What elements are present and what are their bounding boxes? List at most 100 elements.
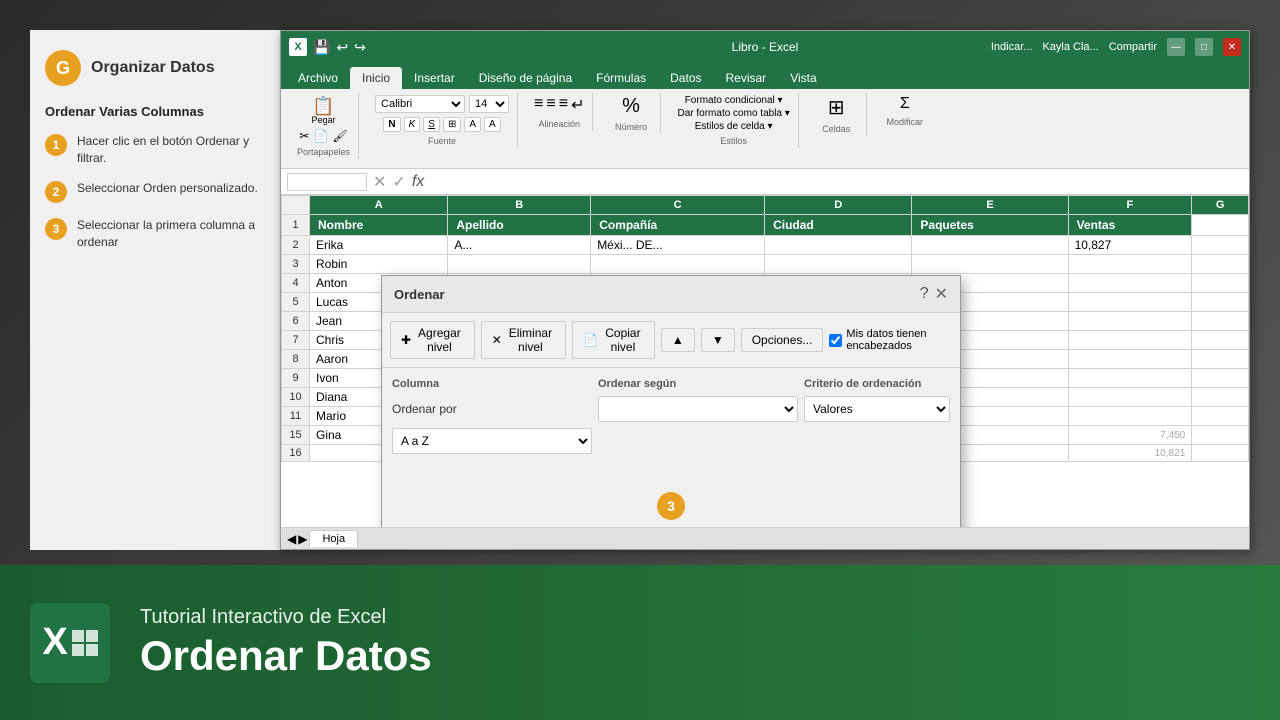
formula-bar: ✕ ✓ fx xyxy=(281,169,1249,195)
options-button[interactable]: Opciones... xyxy=(741,328,824,352)
align-center-icon[interactable]: ≡ xyxy=(546,95,555,115)
delete-level-button[interactable]: ✕ Eliminar nivel xyxy=(481,321,566,359)
title-bar-right: Indicar... Kayla Cla... Compartir — □ ✕ xyxy=(991,38,1241,56)
tab-revisar[interactable]: Revisar xyxy=(714,67,779,89)
bold-button[interactable]: N xyxy=(383,117,400,132)
tab-insertar[interactable]: Insertar xyxy=(402,67,467,89)
move-down-button[interactable]: ▼ xyxy=(701,328,735,352)
format-painter-icon[interactable]: 🖌 xyxy=(332,129,347,143)
cell-c2[interactable]: Méxi... DE... xyxy=(591,236,765,255)
prev-sheet-icon[interactable]: ◀ xyxy=(287,532,296,546)
sort-by-column-select[interactable]: NombreApellidoCompañía CiudadPaquetesVen… xyxy=(598,396,798,422)
tab-formulas[interactable]: Fórmulas xyxy=(584,67,658,89)
cell-g2[interactable] xyxy=(1192,236,1249,255)
name-box[interactable] xyxy=(287,173,367,191)
underline-button[interactable]: S xyxy=(423,117,440,132)
maximize-button[interactable]: □ xyxy=(1195,38,1213,56)
pegar-button[interactable]: 📋Pegar xyxy=(310,95,338,127)
col-b-header[interactable]: B xyxy=(448,196,591,215)
add-level-button[interactable]: ✚ Agregar nivel xyxy=(390,321,475,359)
italic-button[interactable]: K xyxy=(404,117,421,132)
col-a-header[interactable]: A xyxy=(310,196,448,215)
undo-icon[interactable]: ↩ xyxy=(336,39,348,56)
cell-d1[interactable]: Ciudad xyxy=(765,215,912,236)
criteria-header-label: Criterio de ordenación xyxy=(804,378,950,390)
col-c-header[interactable]: C xyxy=(591,196,765,215)
share-button[interactable]: Compartir xyxy=(1109,41,1157,53)
cell-a3[interactable]: Robin xyxy=(310,255,448,274)
add-icon: ✚ xyxy=(401,333,411,347)
tab-vista[interactable]: Vista xyxy=(778,67,828,89)
font-family-select[interactable]: Calibri xyxy=(375,95,465,113)
headers-checkbox[interactable] xyxy=(829,334,842,347)
wrap-text-icon[interactable]: ↵ xyxy=(571,95,584,115)
cell-a2[interactable]: Erika xyxy=(310,236,448,255)
cell-e2[interactable] xyxy=(912,236,1068,255)
cell-c1[interactable]: Compañía xyxy=(591,215,765,236)
cell-g3[interactable] xyxy=(1192,255,1249,274)
dialog-title: Ordenar xyxy=(394,287,445,302)
sort-by-label: Ordenar por xyxy=(392,402,592,416)
cell-e1[interactable]: Paquetes xyxy=(912,215,1068,236)
cell-g1[interactable] xyxy=(1192,215,1249,236)
bottom-subtitle: Tutorial Interactivo de Excel xyxy=(140,606,432,629)
cell-c3[interactable] xyxy=(591,255,765,274)
align-right-icon[interactable]: ≡ xyxy=(559,95,568,115)
dialog-body: Columna Ordenar según Criterio de ordena… xyxy=(382,368,960,527)
cell-b2[interactable]: A... xyxy=(448,236,591,255)
cell-b1[interactable]: Apellido xyxy=(448,215,591,236)
fill-color-button[interactable]: A xyxy=(464,117,481,132)
dialog-help-icon[interactable]: ? xyxy=(920,285,929,303)
window-title: Libro - Excel xyxy=(732,40,799,54)
cell-f1[interactable]: Ventas xyxy=(1068,215,1192,236)
step-3-badge: 3 xyxy=(657,492,685,520)
search-button[interactable]: Indicar... xyxy=(991,41,1033,53)
close-button[interactable]: ✕ xyxy=(1223,38,1241,56)
tab-archivo[interactable]: Archivo xyxy=(286,67,350,89)
border-button[interactable]: ⊞ xyxy=(443,117,461,132)
formula-x-icon[interactable]: ✕ xyxy=(373,172,386,192)
col-d-header[interactable]: D xyxy=(765,196,912,215)
sum-icon[interactable]: Σ xyxy=(900,95,910,113)
sort-by-header-label: Ordenar según xyxy=(598,378,798,390)
cell-f3[interactable] xyxy=(1068,255,1192,274)
cell-d2[interactable] xyxy=(765,236,912,255)
sort-order-select[interactable]: Valores xyxy=(804,396,950,422)
col-f-header[interactable]: F xyxy=(1068,196,1192,215)
col-e-header[interactable]: E xyxy=(912,196,1068,215)
formula-fx-icon[interactable]: fx xyxy=(412,173,424,191)
cell-f2[interactable]: 10,827 xyxy=(1068,236,1192,255)
tab-diseno[interactable]: Diseño de página xyxy=(467,67,584,89)
step-2-text: Seleccionar Orden personalizado. xyxy=(77,180,258,197)
sheet-tab-hoja[interactable]: Hoja xyxy=(309,530,358,547)
formula-check-icon[interactable]: ✓ xyxy=(392,172,405,192)
align-left-icon[interactable]: ≡ xyxy=(534,95,543,115)
conditional-format-button[interactable]: Formato condicional ▾ xyxy=(685,95,783,106)
formula-input[interactable] xyxy=(430,175,1243,189)
tab-inicio[interactable]: Inicio xyxy=(350,67,402,89)
cell-a1[interactable]: Nombre xyxy=(310,215,448,236)
redo-icon[interactable]: ↪ xyxy=(354,39,366,56)
tab-datos[interactable]: Datos xyxy=(658,67,713,89)
cell-styles-button[interactable]: Estilos de celda ▾ xyxy=(695,121,773,132)
cut-icon[interactable]: ✂ xyxy=(299,129,309,143)
bottom-title: Ordenar Datos xyxy=(140,633,432,679)
cell-e3[interactable] xyxy=(912,255,1068,274)
cell-d3[interactable] xyxy=(765,255,912,274)
col-g-header[interactable]: G xyxy=(1192,196,1249,215)
copy-level-button[interactable]: 📄 Copiar nivel xyxy=(572,321,655,359)
sort-criteria-select[interactable]: A a Z xyxy=(392,428,592,454)
copy-icon[interactable]: 📄 xyxy=(313,129,328,143)
format-table-button[interactable]: Dar formato como tabla ▾ xyxy=(677,108,789,119)
sidebar-logo: G Organizar Datos xyxy=(45,50,274,86)
cell-b3[interactable] xyxy=(448,255,591,274)
quick-save-icon[interactable]: 💾 xyxy=(313,39,330,56)
font-color-button[interactable]: A xyxy=(484,117,501,132)
next-sheet-icon[interactable]: ▶ xyxy=(298,532,307,546)
dialog-close-button[interactable]: ✕ xyxy=(935,284,948,304)
move-up-button[interactable]: ▲ xyxy=(661,328,695,352)
sheet-tabs: ◀ ▶ Hoja xyxy=(281,527,1249,549)
font-size-select[interactable]: 14 xyxy=(469,95,509,113)
percent-icon[interactable]: % xyxy=(622,95,640,118)
minimize-button[interactable]: — xyxy=(1167,38,1185,56)
